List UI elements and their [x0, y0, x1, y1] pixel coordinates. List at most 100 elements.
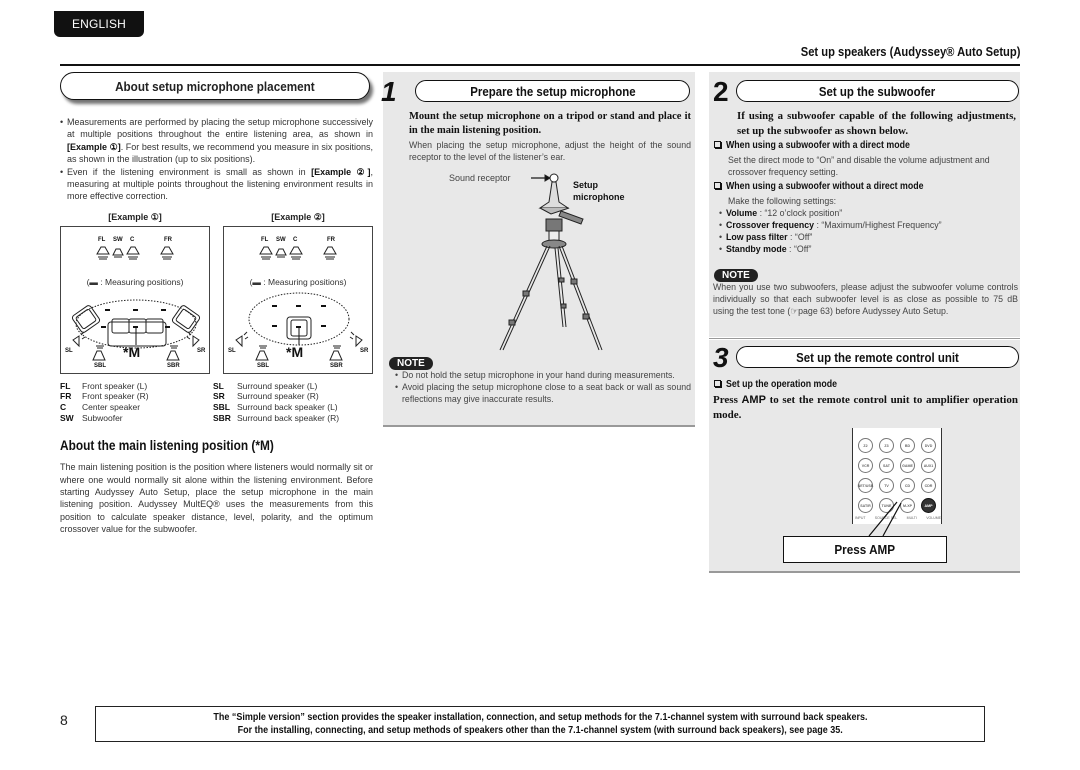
speaker-icon-sbr [166, 345, 180, 361]
example-label: [Example ②] [271, 211, 325, 222]
speaker-label-sbl: SBL [257, 362, 269, 369]
page-number: 8 [60, 712, 68, 728]
remote-button-amp[interactable]: AMP [921, 498, 936, 513]
remote-button-vcr[interactable]: VCR [858, 458, 873, 473]
direct-mode-heading: When using a subwoofer with a direct mod… [714, 140, 935, 151]
remote-button-row: VCR SAT GAME AUX1 [858, 458, 936, 473]
speaker-label-sbl: SBL [94, 362, 106, 369]
step-divider [709, 338, 1020, 339]
setup-microphone-label: Setup microphone [573, 180, 625, 202]
speaker-icon-fl [96, 246, 110, 260]
speaker-legend: FL Front speaker (L) FR Front speaker (R) … [60, 381, 373, 423]
sofa [107, 318, 167, 347]
footer-line: For the installing, connecting, and setu… [237, 725, 843, 736]
remote-button-aux1[interactable]: AUX1 [921, 458, 936, 473]
setting-item: Crossover frequency : “Maximum/Highest F… [719, 219, 1017, 231]
speaker-icon-sl [72, 331, 86, 348]
remote-button-dvd[interactable]: DVD [921, 438, 936, 453]
remote-button-sat[interactable]: SAT [879, 458, 894, 473]
remote-button-cdr[interactable]: CDR [921, 478, 936, 493]
speaker-icon-sw [275, 248, 287, 258]
footer-note-box: The “Simple version” section provides th… [95, 706, 985, 742]
section-title-pill: About setup microphone placement [60, 72, 370, 100]
column-microphone-placement: About setup microphone placement Measure… [58, 72, 373, 536]
speaker-label-c: C [293, 236, 298, 243]
page-header-title: Set up speakers (Audyssey® Auto Setup) [800, 44, 1020, 59]
setting-item: Volume : “12 o’clock position” [719, 207, 1017, 219]
step-number: 3 [713, 342, 729, 373]
header-rule [60, 64, 1020, 66]
step1-instruction: Mount the setup microphone on a tripod o… [409, 111, 691, 136]
press-amp-callout: Press AMP [783, 536, 947, 563]
main-position-heading: About the main listening position (*M) [58, 438, 309, 455]
step-title-pill: Set up the subwoofer [736, 80, 1019, 102]
example-2: [Example ②] FL SW C FR (▬: Measuring po… [223, 212, 373, 374]
speaker-label-c: C [130, 236, 135, 243]
operation-mode-heading: Set up the operation mode [714, 379, 852, 390]
remote-button-cd[interactable]: CD [900, 478, 915, 493]
step-title-pill: Set up the remote control unit [736, 346, 1019, 368]
step-number: 2 [713, 76, 729, 107]
speaker-label-sw: SW [113, 236, 123, 243]
armchair-right [171, 305, 201, 333]
example-label: [Example ①] [108, 211, 162, 222]
remote-button-row: NET/USB TV CD CDR [858, 478, 936, 493]
bullet-item: Even if the listening environment is sma… [60, 166, 373, 203]
remote-button-z2[interactable]: Z2 [858, 438, 873, 453]
remote-button-z3[interactable]: Z3 [879, 438, 894, 453]
legend-item: C Center speaker [60, 402, 141, 413]
armchair-left [71, 305, 101, 333]
measuring-positions-label: (▬ : Measuring positions) [249, 276, 347, 287]
step2-panel: 2 Set up the subwoofer If using a subwoo… [709, 72, 1020, 337]
sound-receptor-label: Sound receptor [449, 173, 511, 183]
step1-detail: When placing the setup microphone, adjus… [409, 140, 691, 162]
step-title-pill: Prepare the setup microphone [415, 80, 690, 102]
placement-bullets: Measurements are performed by placing th… [60, 116, 373, 203]
checkbox-icon [714, 182, 721, 189]
microphone-body [538, 181, 570, 209]
remote-button-game[interactable]: GAME [900, 458, 915, 473]
remote-bottom-label: VOLUME [926, 516, 941, 520]
step-number: 1 [381, 76, 397, 107]
speaker-label-fr: FR [327, 236, 335, 243]
speaker-label-fl: FL [261, 236, 269, 243]
legend-item: SBR Surround back speaker (R) [213, 412, 340, 423]
main-position-label: *M [286, 343, 304, 360]
checkbox-icon [714, 380, 721, 387]
direct-mode-text: Set the direct mode to “On” and disable … [728, 155, 990, 177]
main-position-text: The main listening position is the posit… [60, 462, 373, 535]
arrow-head [544, 174, 551, 182]
measuring-positions-label: (▬ : Measuring positions) [86, 276, 184, 287]
legend-item: SW Subwoofer [60, 412, 123, 423]
speaker-icon-fr [160, 246, 174, 260]
step1-panel: 1 Prepare the setup microphone Mount the… [381, 72, 695, 427]
legend-item: FL Front speaker (L) [60, 380, 148, 391]
tripod-illustration: Sound receptor Setup microphone [383, 164, 693, 354]
footer-line: The “Simple version” section provides th… [212, 712, 868, 723]
speaker-icon-fr [323, 246, 337, 260]
step2-instruction: If using a subwoofer capable of the foll… [737, 110, 1016, 137]
speaker-icon-fl [259, 246, 273, 260]
speaker-label-sl: SL [65, 347, 73, 354]
language-tab[interactable]: ENGLISH [54, 11, 144, 37]
speaker-icon-sbr [329, 345, 343, 361]
remote-button-tv[interactable]: TV [879, 478, 894, 493]
setting-item: Low pass filter : “Off” [719, 231, 1017, 243]
speaker-icon-sbl [92, 345, 106, 361]
no-direct-mode-intro: Make the following settings: [728, 196, 837, 206]
remote-button-bd[interactable]: BD [900, 438, 915, 453]
speaker-label-sw: SW [276, 236, 286, 243]
speaker-label-sr: SR [360, 347, 369, 354]
speaker-icon-c [289, 246, 303, 260]
remote-button-net-usb[interactable]: NET/USB [858, 478, 873, 493]
speaker-layout-diagram: FL SW C FR (▬ : Measuring positions) SL … [223, 225, 373, 374]
legend-item: SBL Surround back speaker (L) [213, 402, 338, 413]
speaker-label-fr: FR [164, 236, 172, 243]
step3-panel: 3 Set up the remote control unit Set up … [709, 340, 1020, 573]
callout-pointer [868, 501, 902, 537]
speaker-icon-sl [235, 331, 249, 348]
speaker-label-sbr: SBR [330, 362, 343, 369]
speaker-icon-sr [349, 331, 363, 348]
subwoofer-settings: Volume : “12 o’clock position” Crossover… [719, 207, 1017, 255]
speaker-label-sbr: SBR [167, 362, 180, 369]
